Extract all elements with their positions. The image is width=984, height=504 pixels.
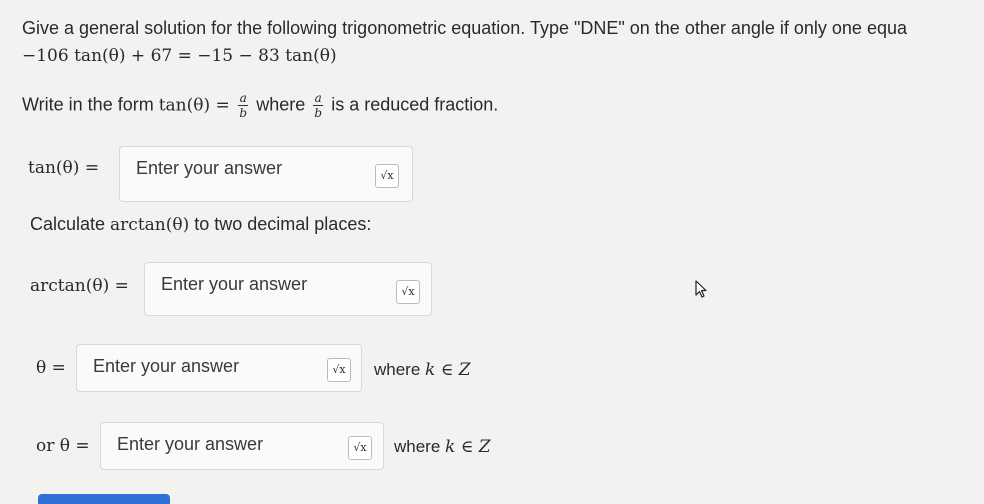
tan-math-editor-button[interactable]: √x (375, 164, 399, 188)
form-suffix: is a reduced fraction. (326, 94, 499, 115)
arctan-prompt: Calculate arctan(θ) to two decimal place… (30, 214, 372, 235)
theta-math-editor-button[interactable]: √x (327, 358, 351, 382)
question-instruction: Give a general solution for the followin… (22, 18, 907, 38)
arctan-input[interactable] (159, 273, 363, 296)
theta-where-text: where k ∈ Z (374, 360, 471, 380)
form-instruction: Write in the form tan(θ) = ab where ab i… (22, 92, 498, 119)
arctan-math-editor-button[interactable]: √x (396, 280, 420, 304)
tan-input[interactable] (134, 157, 338, 180)
theta2-math-editor-button[interactable]: √x (348, 436, 372, 460)
theta-answer-box[interactable]: √x (76, 344, 362, 392)
theta2-input[interactable] (115, 433, 319, 456)
tan-label: tan(θ) = (28, 158, 100, 178)
arctan-answer-box[interactable]: √x (144, 262, 432, 316)
theta2-answer-box[interactable]: √x (100, 422, 384, 470)
question-equation: −106 tan(θ) + 67 = −15 − 83 tan(θ) (22, 46, 337, 66)
theta2-where-text: where k ∈ Z (394, 437, 491, 457)
theta-input[interactable] (91, 355, 295, 378)
fraction-a-over-b: ab (238, 91, 249, 120)
theta2-label: or θ = (36, 436, 90, 456)
form-prefix: Write in the form (22, 94, 159, 115)
theta-label: θ = (36, 358, 66, 378)
form-where: where (251, 94, 311, 115)
mouse-pointer-icon (695, 280, 707, 298)
tan-answer-box[interactable]: √x (119, 146, 413, 202)
form-tan: tan(θ) = (158, 95, 236, 116)
submit-button[interactable] (38, 494, 170, 504)
fraction-a-over-b-2: ab (313, 91, 324, 120)
arctan-label: arctan(θ) = (30, 276, 129, 296)
